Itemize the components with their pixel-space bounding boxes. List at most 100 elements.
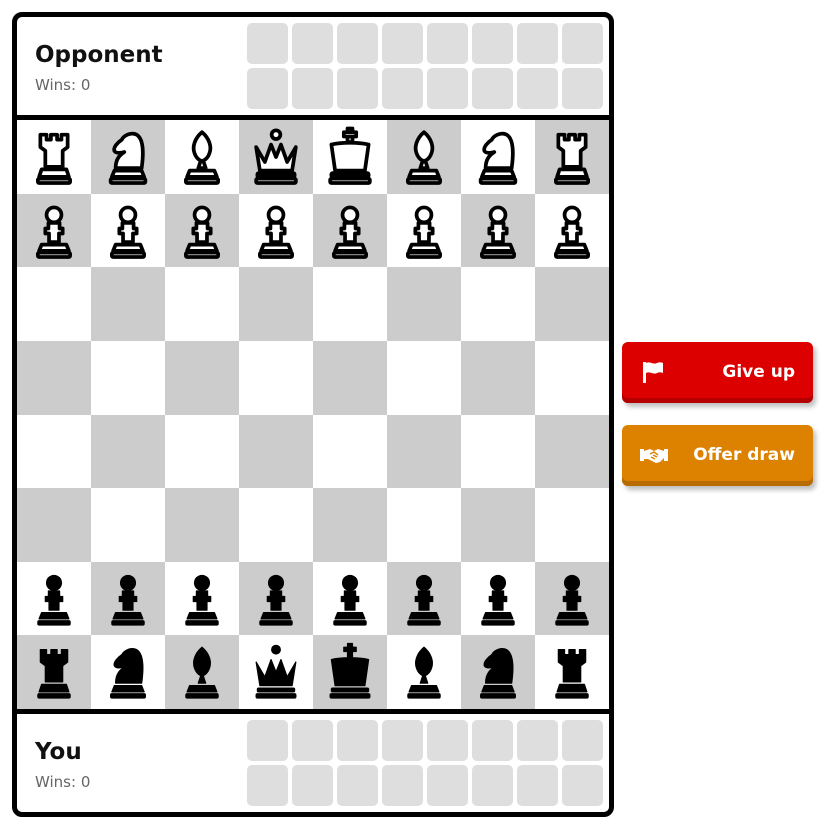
board-square[interactable] xyxy=(535,267,609,341)
board-square[interactable] xyxy=(17,193,91,268)
black-knight-icon[interactable] xyxy=(467,640,529,704)
black-pawn-icon[interactable] xyxy=(393,567,455,631)
board-square[interactable] xyxy=(91,561,165,636)
board-square[interactable] xyxy=(165,561,239,636)
board-square[interactable] xyxy=(535,488,609,562)
white-pawn-icon[interactable] xyxy=(245,199,307,263)
white-bishop-icon[interactable] xyxy=(171,125,233,189)
white-pawn-icon[interactable] xyxy=(393,199,455,263)
board-square[interactable] xyxy=(239,267,313,341)
board-square[interactable] xyxy=(387,488,461,562)
board-square[interactable] xyxy=(91,635,165,709)
board-square[interactable] xyxy=(17,488,91,562)
black-king-icon[interactable] xyxy=(319,640,381,704)
board-square[interactable] xyxy=(91,488,165,562)
board-square[interactable] xyxy=(165,414,239,489)
white-bishop-icon[interactable] xyxy=(393,125,455,189)
board-square[interactable] xyxy=(239,340,313,415)
captured-slot xyxy=(472,23,513,64)
white-pawn-icon[interactable] xyxy=(23,199,85,263)
black-knight-icon[interactable] xyxy=(97,640,159,704)
board-square[interactable] xyxy=(17,635,91,709)
board-square[interactable] xyxy=(239,488,313,562)
board-square[interactable] xyxy=(387,561,461,636)
board-square[interactable] xyxy=(461,635,535,709)
board-square[interactable] xyxy=(387,635,461,709)
black-pawn-icon[interactable] xyxy=(245,567,307,631)
black-pawn-icon[interactable] xyxy=(171,567,233,631)
board-square[interactable] xyxy=(461,267,535,341)
white-queen-icon[interactable] xyxy=(245,125,307,189)
board-square[interactable] xyxy=(461,561,535,636)
board-square[interactable] xyxy=(17,120,91,194)
board-square[interactable] xyxy=(17,267,91,341)
black-pawn-icon[interactable] xyxy=(23,567,85,631)
black-queen-icon[interactable] xyxy=(245,640,307,704)
board-square[interactable] xyxy=(387,120,461,194)
board-square[interactable] xyxy=(313,414,387,489)
black-bishop-icon[interactable] xyxy=(171,640,233,704)
board-square[interactable] xyxy=(461,414,535,489)
board-square[interactable] xyxy=(165,635,239,709)
board-square[interactable] xyxy=(535,193,609,268)
board-square[interactable] xyxy=(387,340,461,415)
board-square[interactable] xyxy=(387,267,461,341)
board-square[interactable] xyxy=(239,120,313,194)
board-square[interactable] xyxy=(387,414,461,489)
board-square[interactable] xyxy=(535,561,609,636)
white-king-icon[interactable] xyxy=(319,125,381,189)
white-knight-icon[interactable] xyxy=(97,125,159,189)
board-square[interactable] xyxy=(165,193,239,268)
white-knight-icon[interactable] xyxy=(467,125,529,189)
board-square[interactable] xyxy=(387,193,461,268)
white-pawn-icon[interactable] xyxy=(467,199,529,263)
black-bishop-icon[interactable] xyxy=(393,640,455,704)
black-pawn-icon[interactable] xyxy=(97,567,159,631)
board-square[interactable] xyxy=(165,340,239,415)
white-pawn-icon[interactable] xyxy=(171,199,233,263)
board-square[interactable] xyxy=(313,635,387,709)
board-square[interactable] xyxy=(461,120,535,194)
white-pawn-icon[interactable] xyxy=(541,199,603,263)
board-square[interactable] xyxy=(165,120,239,194)
board-square[interactable] xyxy=(461,340,535,415)
white-pawn-icon[interactable] xyxy=(319,199,381,263)
black-pawn-icon[interactable] xyxy=(467,567,529,631)
board-square[interactable] xyxy=(313,340,387,415)
board-square[interactable] xyxy=(535,120,609,194)
board-square[interactable] xyxy=(91,267,165,341)
board-square[interactable] xyxy=(165,267,239,341)
board-square[interactable] xyxy=(461,488,535,562)
black-rook-icon[interactable] xyxy=(23,640,85,704)
board-square[interactable] xyxy=(91,120,165,194)
board-square[interactable] xyxy=(461,193,535,268)
board-square[interactable] xyxy=(313,561,387,636)
board-square[interactable] xyxy=(313,267,387,341)
white-pawn-icon[interactable] xyxy=(97,199,159,263)
board-square[interactable] xyxy=(313,193,387,268)
you-wins: Wins: 0 xyxy=(35,773,91,791)
board-square[interactable] xyxy=(313,120,387,194)
board-square[interactable] xyxy=(17,561,91,636)
board-square[interactable] xyxy=(91,340,165,415)
black-rook-icon[interactable] xyxy=(541,640,603,704)
board-square[interactable] xyxy=(239,414,313,489)
board-square[interactable] xyxy=(239,635,313,709)
black-pawn-icon[interactable] xyxy=(541,567,603,631)
board-square[interactable] xyxy=(313,488,387,562)
board-square[interactable] xyxy=(17,414,91,489)
white-rook-icon[interactable] xyxy=(23,125,85,189)
board-square[interactable] xyxy=(239,561,313,636)
board-square[interactable] xyxy=(239,193,313,268)
black-pawn-icon[interactable] xyxy=(319,567,381,631)
white-rook-icon[interactable] xyxy=(541,125,603,189)
board-square[interactable] xyxy=(535,635,609,709)
board-square[interactable] xyxy=(535,340,609,415)
board-square[interactable] xyxy=(91,414,165,489)
board-square[interactable] xyxy=(17,340,91,415)
board-square[interactable] xyxy=(91,193,165,268)
board-square[interactable] xyxy=(535,414,609,489)
give-up-button[interactable]: Give up xyxy=(622,342,813,403)
offer-draw-button[interactable]: Offer draw xyxy=(622,425,813,486)
board-square[interactable] xyxy=(165,488,239,562)
